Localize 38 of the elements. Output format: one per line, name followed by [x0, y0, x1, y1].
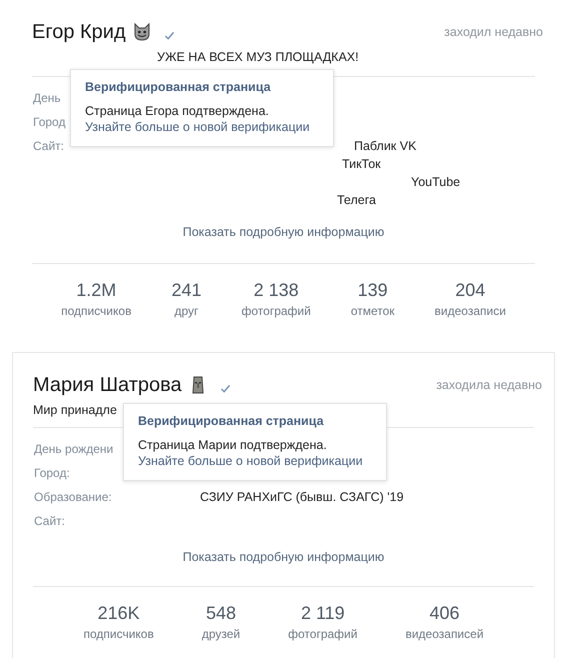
info-label: Образование:: [34, 490, 112, 504]
info-label: Сайт:: [34, 514, 66, 528]
tooltip-title: Верифицированная страница: [85, 80, 271, 94]
info-label: День: [33, 91, 61, 105]
site-link[interactable]: ТикТок: [342, 157, 381, 171]
counter-item[interactable]: 216K подписчиков: [83, 601, 154, 643]
info-label: День рождени: [34, 442, 114, 456]
last-seen-status: заходила недавно: [436, 378, 542, 392]
show-details-link[interactable]: Показать подробную информацию: [176, 546, 390, 568]
counter-item[interactable]: 2 138 фотографий: [242, 278, 311, 320]
cat-face-icon: [132, 22, 152, 42]
last-seen-status: заходил недавно: [444, 25, 543, 39]
site-link[interactable]: YouTube: [411, 175, 460, 189]
profile-name: Егор Крид: [32, 20, 126, 44]
site-link[interactable]: Паблик VK: [354, 139, 416, 153]
info-value: СЗИУ РАНХиГС (бывш. СЗАГС) '19: [200, 490, 404, 506]
site-link[interactable]: Телега: [337, 193, 376, 207]
show-details-link[interactable]: Показать подробную информацию: [176, 221, 390, 243]
info-label: Город: [33, 115, 66, 129]
verification-link[interactable]: Узнайте больше о новой верификации: [138, 454, 363, 468]
counter-item[interactable]: 241 друг: [171, 278, 202, 320]
counter-item[interactable]: 139 отметок: [350, 278, 395, 320]
tooltip-text: Страница Марии подтверждена.: [138, 438, 327, 452]
status-text: Мир принадле: [33, 403, 117, 417]
verified-check-icon[interactable]: [164, 30, 175, 40]
info-label: Сайт:: [33, 139, 64, 153]
counter-item[interactable]: 204 видеозаписи: [434, 278, 506, 320]
profile-name: Мария Шатрова: [33, 374, 182, 396]
counter-item[interactable]: 406 видеозаписей: [405, 601, 484, 643]
verification-link[interactable]: Узнайте больше о новой верификации: [85, 120, 310, 134]
counter-item[interactable]: 1.2M подписчиков: [61, 278, 132, 320]
counter-item[interactable]: 548 друзей: [202, 601, 240, 643]
status-text: УЖЕ НА ВСЕХ МУЗ ПЛОЩАДКАХ!: [157, 50, 359, 64]
tooltip-title: Верифицированная страница: [138, 414, 324, 428]
info-label: Город:: [34, 466, 70, 480]
counter-item[interactable]: 2 119 фотографий: [288, 601, 358, 643]
verified-check-icon[interactable]: [220, 384, 231, 392]
tooltip-text: Страница Егора подтверждена.: [85, 104, 269, 118]
